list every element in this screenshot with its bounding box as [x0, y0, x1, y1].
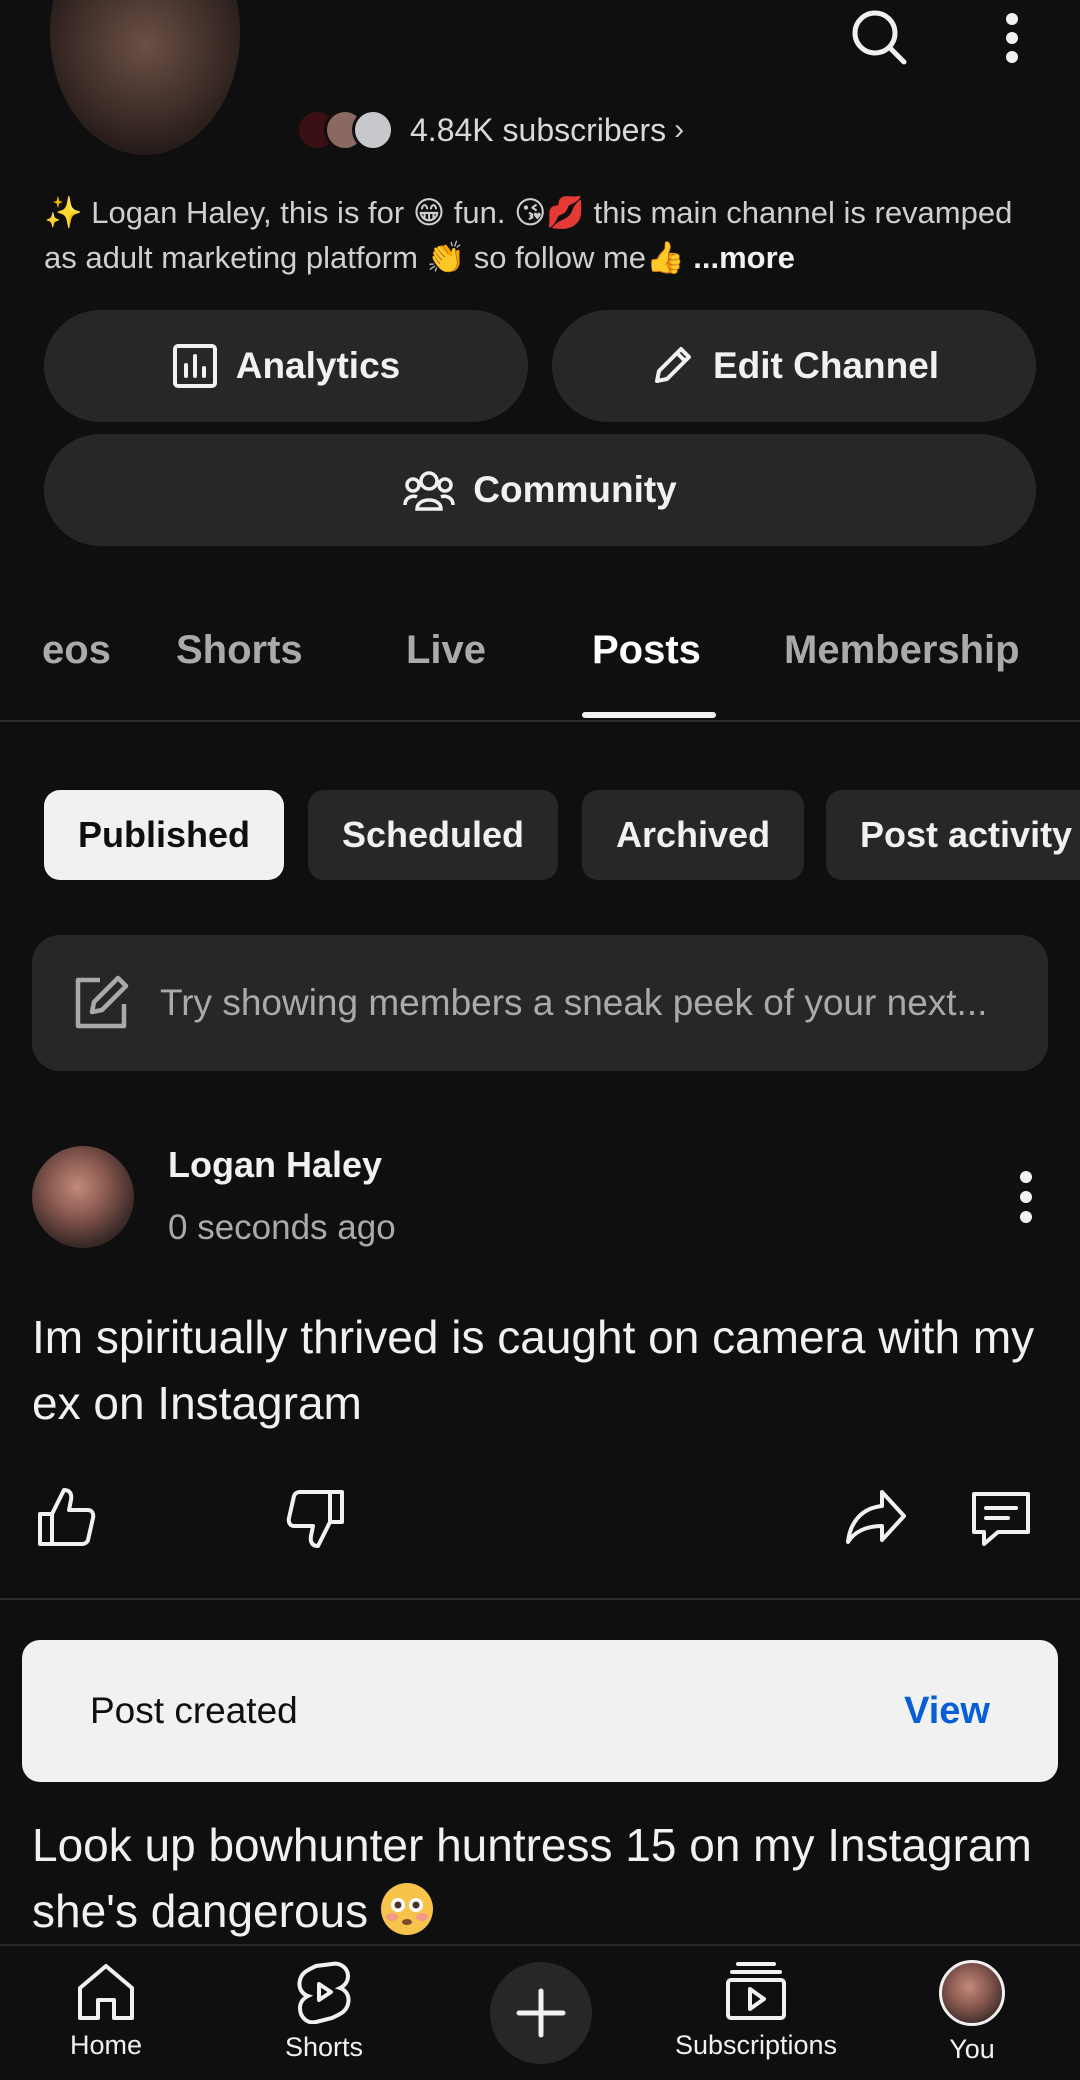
active-tab-indicator: [582, 712, 716, 718]
post-menu-button[interactable]: [1018, 1170, 1034, 1224]
shorts-icon: [297, 1961, 351, 2024]
plus-icon: [516, 1988, 566, 2038]
filter-chip-published[interactable]: Published: [44, 790, 285, 880]
tab-videos[interactable]: eos: [42, 628, 111, 673]
post-body-2: Look up bowhunter huntress 15 on my Inst…: [32, 1812, 1042, 1944]
flushed-face-icon: [380, 1883, 433, 1935]
nav-subscriptions-label: Subscriptions: [674, 2030, 838, 2060]
more-link[interactable]: ...more: [693, 240, 795, 275]
nav-shorts-label: Shorts: [284, 2032, 364, 2062]
dislike-button[interactable]: [286, 1488, 346, 1550]
chevron-right-icon: ›: [674, 113, 685, 146]
channel-tabs: eos Shorts Live Posts Membership: [0, 600, 1080, 722]
pencil-icon: [654, 347, 691, 383]
channel-description[interactable]: ✨ Logan Haley, this is for 😁 fun. 😘💋 thi…: [44, 190, 1044, 280]
people-icon: [403, 471, 455, 511]
filter-chip-post-activity[interactable]: Post activity: [826, 790, 1080, 880]
comments-button[interactable]: [968, 1488, 1034, 1550]
tab-posts[interactable]: Posts: [592, 628, 701, 673]
thumbs-up-icon: [38, 1488, 96, 1546]
search-button[interactable]: [846, 4, 912, 70]
community-label: Community: [473, 469, 677, 510]
search-icon: [852, 10, 907, 65]
tab-membership[interactable]: Membership: [784, 628, 1020, 673]
nav-subscriptions[interactable]: Subscriptions: [668, 1960, 844, 2061]
more-vert-icon: [1006, 13, 1018, 63]
subscriptions-icon: [726, 1962, 786, 2020]
bottom-navigation: Home Shorts Subscriptions You: [0, 1944, 1080, 2080]
analytics-label: Analytics: [235, 345, 401, 386]
snackbar-view-button[interactable]: View: [904, 1690, 990, 1733]
post-author-name[interactable]: Logan Haley: [168, 1144, 382, 1186]
snackbar-message: Post created: [90, 1690, 298, 1731]
post-divider: [0, 1598, 1080, 1600]
post-timestamp: 0 seconds ago: [168, 1208, 396, 1247]
analytics-icon: [172, 344, 217, 388]
avatar: [939, 1960, 1005, 2026]
nav-you-label: You: [949, 2034, 995, 2064]
create-button[interactable]: [490, 1962, 592, 2064]
share-icon: [846, 1490, 906, 1544]
composer-placeholder: Try showing members a sneak peek of your…: [160, 982, 988, 1023]
tab-shorts[interactable]: Shorts: [176, 628, 303, 673]
like-button[interactable]: [36, 1486, 96, 1548]
nav-shorts[interactable]: Shorts: [276, 1960, 372, 2063]
filter-chip-archived[interactable]: Archived: [582, 790, 805, 880]
tab-live[interactable]: Live: [406, 628, 486, 673]
nav-home-label: Home: [69, 2030, 143, 2060]
thumbs-down-icon: [286, 1490, 344, 1548]
compose-icon: [75, 975, 129, 1029]
channel-avatar[interactable]: [50, 0, 240, 155]
nav-home[interactable]: Home: [66, 1960, 146, 2061]
post-composer[interactable]: Try showing members a sneak peek of your…: [32, 935, 1048, 1071]
overflow-menu-button[interactable]: [990, 6, 1034, 70]
snackbar: Post created View: [22, 1640, 1058, 1782]
subscribers-row[interactable]: 4.84K subscribers ›: [296, 106, 684, 154]
analytics-button[interactable]: Analytics: [44, 310, 528, 422]
nav-you[interactable]: You: [932, 1960, 1012, 2065]
comment-icon: [972, 1492, 1030, 1546]
share-button[interactable]: [844, 1488, 908, 1546]
community-button[interactable]: Community: [44, 434, 1036, 546]
edit-channel-label: Edit Channel: [712, 345, 940, 386]
post-author-avatar[interactable]: [32, 1146, 134, 1248]
description-text: ✨ Logan Haley, this is for 😁 fun. 😘💋 thi…: [44, 195, 1013, 275]
home-icon: [78, 1964, 134, 2020]
post-actions: [0, 1482, 1080, 1562]
filter-chip-scheduled[interactable]: Scheduled: [308, 790, 559, 880]
more-vert-icon: [1020, 1171, 1032, 1223]
post-body: Im spiritually thrived is caught on came…: [32, 1311, 1035, 1429]
post-body-2-text: Look up bowhunter huntress 15 on my Inst…: [32, 1819, 1032, 1937]
subscriber-avatar: [352, 109, 394, 151]
subscriber-count: 4.84K subscribers: [410, 111, 667, 148]
edit-channel-button[interactable]: Edit Channel: [552, 310, 1036, 422]
